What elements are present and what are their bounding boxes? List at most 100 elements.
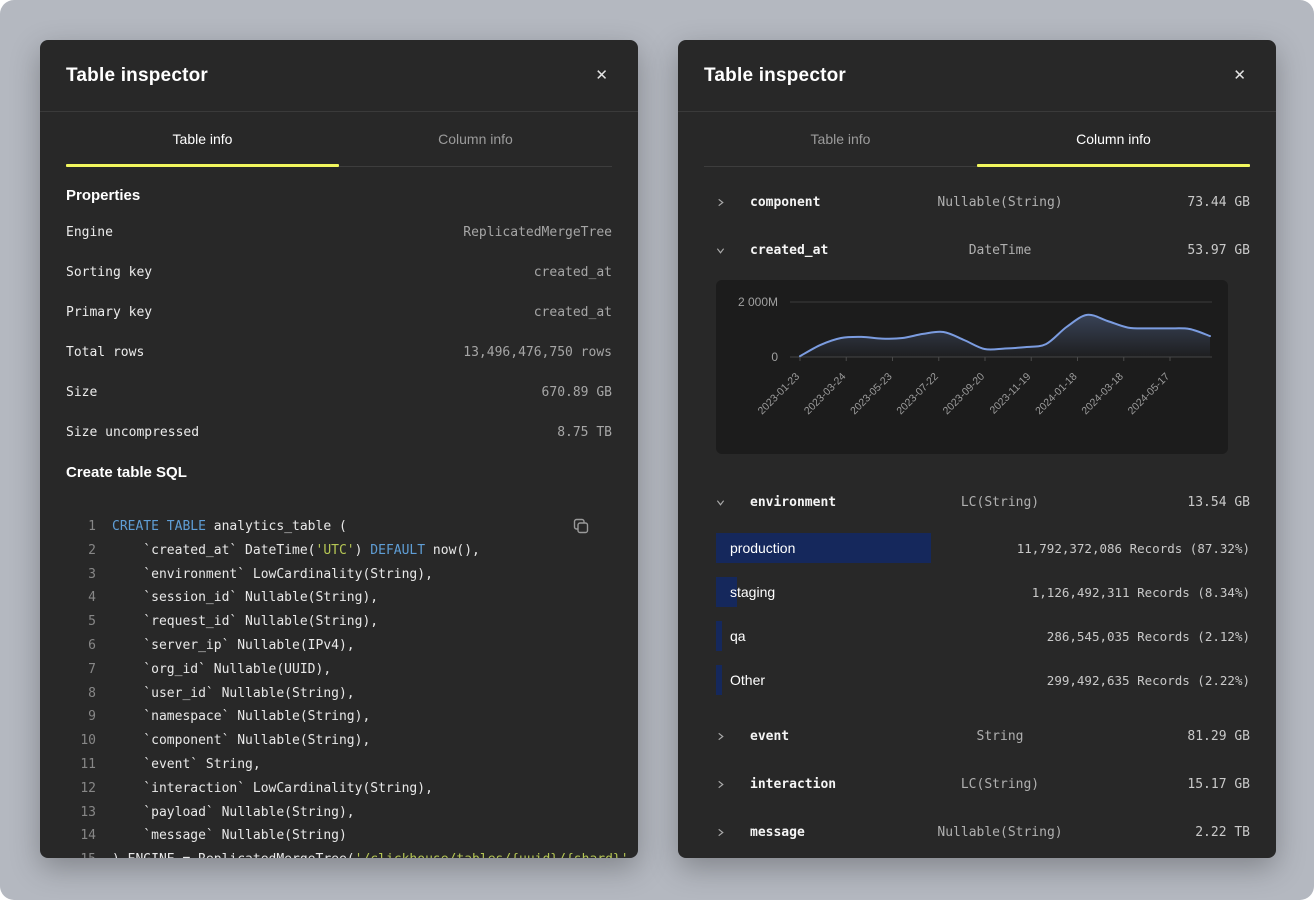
property-value: 13,496,476,750 rows [463,345,612,360]
sql-line: 4 `session_id` Nullable(String), [66,586,612,610]
distribution-count: 299,492,635 Records (2.22%) [1047,673,1250,688]
property-value: created_at [534,305,612,320]
property-value: 8.75 TB [557,425,612,440]
sql-code-block: 1 CREATE TABLE analytics_table (2 `create… [66,515,612,858]
x-axis-tick-label: 2023-11-19 [987,371,1033,417]
property-row-size: Size 670.89 GB [66,372,612,412]
column-row-environment[interactable]: environment LC(String) 13.54 GB [704,478,1250,526]
property-key: Size uncompressed [66,425,199,440]
property-key: Primary key [66,305,152,320]
sql-line-number: 1 [66,515,96,539]
sql-line-code: `session_id` Nullable(String), [112,586,378,610]
sql-lines: 1 CREATE TABLE analytics_table (2 `create… [66,515,612,858]
sql-line: 14 `message` Nullable(String) [66,824,612,848]
property-value: created_at [534,265,612,280]
column-size: 2.22 TB [1083,825,1250,840]
column-type: String [917,729,1084,744]
table-inspector-dialog-right: Table inspector ✕ Table info Column info… [678,40,1276,858]
chevron-right-icon [704,198,750,207]
distribution-bar [716,665,722,695]
page-backdrop: Table inspector ✕ Table info Column info… [0,0,1314,900]
tab-table-info[interactable]: Table info [66,112,339,167]
distribution-label: production [730,540,795,556]
tab-bar: Table info Column info [678,112,1276,167]
chevron-right-icon [704,828,750,837]
sql-line-number: 4 [66,586,96,610]
tab-column-info[interactable]: Column info [977,112,1250,167]
column-row-event[interactable]: event String 81.29 GB [704,712,1250,760]
property-value: ReplicatedMergeTree [463,225,612,240]
column-name: created_at [750,243,917,258]
sql-line-code: `org_id` Nullable(UUID), [112,658,331,682]
sql-line-code: `namespace` Nullable(String), [112,705,370,729]
sql-line-number: 11 [66,753,96,777]
column-size: 13.54 GB [1083,495,1250,510]
chevron-right-icon [704,780,750,789]
column-row-interaction[interactable]: interaction LC(String) 15.17 GB [704,760,1250,808]
close-button[interactable]: ✕ [591,64,612,87]
column-row-component[interactable]: component Nullable(String) 73.44 GB [704,178,1250,226]
sql-line-code: CREATE TABLE analytics_table ( [112,515,347,539]
sql-line-number: 8 [66,682,96,706]
column-type: LC(String) [917,495,1084,510]
copy-icon [572,517,590,535]
copy-button[interactable] [572,517,590,535]
distribution-bar [716,621,722,651]
tab-column-info[interactable]: Column info [339,112,612,167]
column-name: interaction [750,777,917,792]
column-row-created-at[interactable]: created_at DateTime 53.97 GB [704,226,1250,274]
sql-line-code: `server_ip` Nullable(IPv4), [112,634,355,658]
sql-line-number: 10 [66,729,96,753]
sql-line: 5 `request_id` Nullable(String), [66,610,612,634]
close-button[interactable]: ✕ [1229,64,1250,87]
property-row-engine: Engine ReplicatedMergeTree [66,212,612,252]
sql-line: 6 `server_ip` Nullable(IPv4), [66,634,612,658]
column-name: event [750,729,917,744]
sql-line-code: `interaction` LowCardinality(String), [112,777,433,801]
tab-table-info[interactable]: Table info [704,112,977,167]
distribution-count: 11,792,372,086 Records (87.32%) [1017,541,1250,556]
sql-line-number: 12 [66,777,96,801]
x-axis-tick-label: 2023-07-22 [894,371,941,418]
table-info-content: Properties Engine ReplicatedMergeTree So… [40,187,638,858]
x-axis-tick-label: 2023-01-23 [756,371,803,418]
sql-line-code: `environment` LowCardinality(String), [112,563,433,587]
column-type: DateTime [917,243,1084,258]
property-value: 670.89 GB [542,385,612,400]
column-size: 53.97 GB [1083,243,1250,258]
column-type: Nullable(String) [917,825,1084,840]
sql-line: 2 `created_at` DateTime('UTC') DEFAULT n… [66,539,612,563]
column-size: 81.29 GB [1083,729,1250,744]
column-size: 15.17 GB [1083,777,1250,792]
x-axis-tick-label: 2024-05-17 [1126,371,1173,418]
sql-line: 15) ENGINE = ReplicatedMergeTree('/click… [66,848,612,858]
column-row-message[interactable]: message Nullable(String) 2.22 TB [704,808,1250,856]
sql-line-number: 15 [66,848,96,858]
close-icon: ✕ [595,67,608,84]
sql-line-number: 7 [66,658,96,682]
property-key: Total rows [66,345,144,360]
property-row-size-uncompressed: Size uncompressed 8.75 TB [66,412,612,452]
column-list: component Nullable(String) 73.44 GB crea… [678,167,1276,856]
sql-line-code: ) ENGINE = ReplicatedMergeTree('/clickho… [112,848,638,858]
created-at-histogram: 2 000M02023-01-232023-03-242023-05-23202… [716,280,1228,454]
sql-line-code: `event` String, [112,753,261,777]
sql-line: 12 `interaction` LowCardinality(String), [66,777,612,801]
chevron-down-icon [704,246,750,255]
table-inspector-dialog-left: Table inspector ✕ Table info Column info… [40,40,638,858]
property-row-sorting-key: Sorting key created_at [66,252,612,292]
sql-line-code: `request_id` Nullable(String), [112,610,378,634]
sql-line: 7 `org_id` Nullable(UUID), [66,658,612,682]
sql-line: 9 `namespace` Nullable(String), [66,705,612,729]
sql-line-number: 13 [66,801,96,825]
sql-line-code: `component` Nullable(String), [112,729,370,753]
create-table-sql-heading: Create table SQL [66,464,612,481]
property-row-primary-key: Primary key created_at [66,292,612,332]
sql-line-number: 6 [66,634,96,658]
property-key: Sorting key [66,265,152,280]
y-axis-tick-label: 0 [771,350,778,364]
x-axis-tick-label: 2023-09-20 [941,371,988,418]
distribution-label: Other [730,672,765,688]
column-name: environment [750,495,917,510]
sql-line: 10 `component` Nullable(String), [66,729,612,753]
